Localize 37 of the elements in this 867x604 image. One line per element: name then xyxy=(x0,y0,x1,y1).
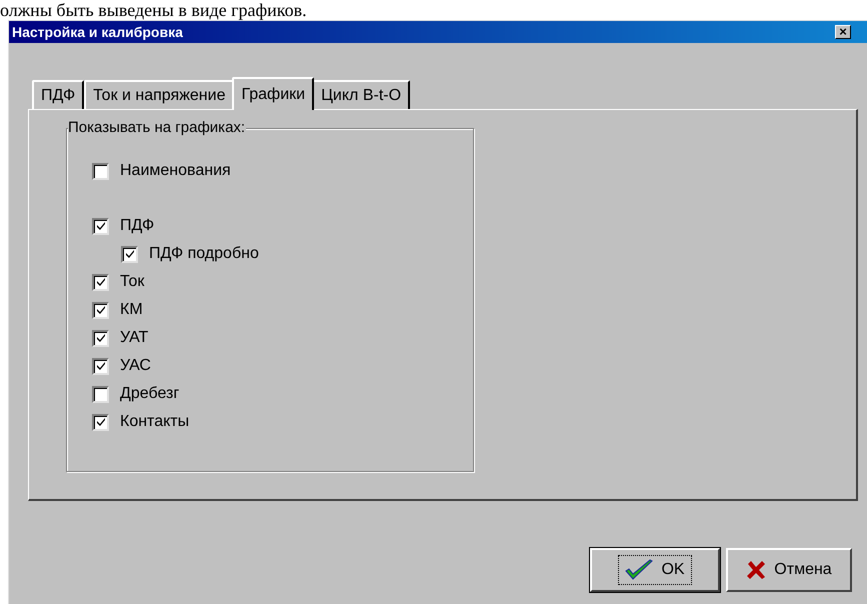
checkbox-label: Дребезг xyxy=(120,384,180,404)
checkbox[interactable] xyxy=(92,302,109,318)
checkbox-label: Контакты xyxy=(120,412,190,432)
checkbox[interactable] xyxy=(92,386,109,402)
checkbox[interactable] xyxy=(92,218,109,234)
ok-button[interactable]: OK xyxy=(590,548,720,592)
checkbox[interactable] xyxy=(92,358,109,374)
checkbox[interactable] xyxy=(92,414,109,430)
checkbox-label: ПДФ xyxy=(120,216,154,236)
checkbox-label: Наименования xyxy=(120,161,231,181)
tab[interactable]: Ток и напряжение xyxy=(84,80,234,109)
tab[interactable]: Цикл В-t-О xyxy=(312,80,410,109)
document-text: олжны быть выведены в виде графиков. xyxy=(0,0,307,20)
check-icon xyxy=(96,333,106,343)
checkbox-label: ПДФ подробно xyxy=(149,244,259,264)
checkbox[interactable] xyxy=(92,330,109,346)
checkbox[interactable] xyxy=(92,274,109,290)
tab[interactable]: ПДФ xyxy=(32,80,84,109)
checkbox[interactable] xyxy=(121,246,138,262)
tab[interactable]: Графики xyxy=(232,77,314,110)
group-title: Показывать на графиках: xyxy=(68,120,246,136)
close-button[interactable]: × xyxy=(835,25,851,39)
cancel-button[interactable]: Отмена xyxy=(726,548,852,592)
cross-icon xyxy=(746,560,766,580)
check-icon xyxy=(96,221,106,231)
check-icon xyxy=(96,361,106,371)
window-title: Настройка и калибровка xyxy=(12,22,183,42)
check-icon xyxy=(96,417,106,427)
checkbox-label: Ток xyxy=(120,272,144,292)
check-icon xyxy=(96,277,106,287)
checkbox-label: КМ xyxy=(120,300,143,320)
checkbox[interactable] xyxy=(92,162,109,180)
check-icon xyxy=(96,305,106,315)
checkbox-label: УАТ xyxy=(120,328,148,348)
check-icon xyxy=(625,559,654,581)
checkbox-label: УАС xyxy=(120,356,151,376)
check-icon xyxy=(124,249,134,259)
